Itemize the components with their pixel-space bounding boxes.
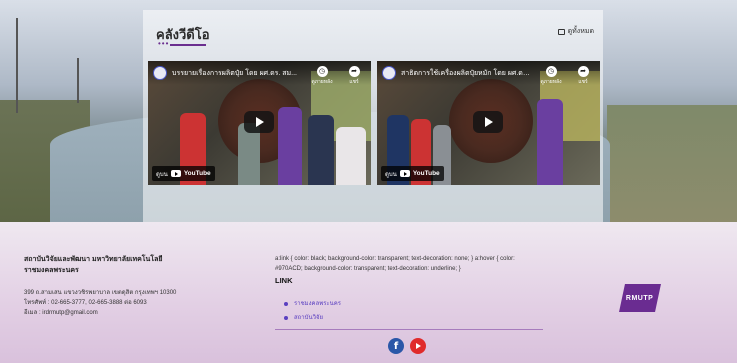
video-thumbnail — [278, 107, 302, 185]
video-player-2[interactable]: สาธิตการใช้เครื่องผลิตปุ๋ยหมัก โดย ผศ.ดร… — [377, 61, 600, 185]
facebook-icon[interactable] — [388, 338, 404, 354]
video-player-1[interactable]: บรรยายเรื่องการผลิตปุ๋ย โดย ผศ.ดร. สม...… — [148, 61, 371, 185]
see-all-label: ดูทั้งหมด — [567, 28, 594, 35]
share-button[interactable]: ➦ แชร์ — [342, 66, 366, 86]
video-thumbnail — [537, 99, 563, 185]
divider — [275, 329, 543, 330]
youtube-icon[interactable] — [410, 338, 426, 354]
see-all-link[interactable]: ดูทั้งหมด — [557, 26, 594, 37]
title-dots: ••• — [158, 39, 170, 48]
watch-later-button[interactable]: ◷ ดูภายหลัง — [310, 66, 334, 86]
channel-avatar[interactable] — [153, 66, 167, 80]
youtube-icon — [170, 170, 181, 177]
watch-on-youtube-button[interactable]: ดูบน YouTube — [381, 166, 444, 181]
background-image — [16, 18, 18, 113]
rmutp-logo[interactable]: RMUTP — [619, 284, 661, 312]
video-thumbnail — [308, 115, 334, 185]
video-icon — [557, 28, 565, 35]
watch-on-youtube-button[interactable]: ดูบน YouTube — [152, 166, 215, 181]
background-image — [607, 105, 737, 222]
contact-info: 399 ถ.สามเสน แขวงวชิรพยาบาล เขตดุสิต กรุ… — [24, 288, 176, 318]
email: อีเมล : irdrmutp@gmail.com — [24, 310, 98, 316]
links-heading: LINK — [275, 276, 293, 285]
site-footer: สถาบันวิจัยและพัฒนา มหาวิทยาลัยเทคโนโลยี… — [0, 222, 737, 363]
channel-avatar[interactable] — [382, 66, 396, 80]
section-header: คลังวีดีโอ ••• ดูทั้งหมด — [148, 18, 600, 50]
play-button[interactable] — [473, 111, 503, 133]
phone: โทรศัพท์ : 02-665-3777, 02-665-3888 ต่อ … — [24, 300, 147, 306]
share-icon: ➦ — [577, 66, 589, 77]
footer-link-rmutp[interactable]: ราชมงคลพระนคร — [284, 297, 341, 311]
video-thumbnail — [336, 127, 366, 185]
footer-links: ราชมงคลพระนคร สถาบันวิจัย — [284, 297, 341, 325]
share-icon: ➦ — [348, 66, 360, 77]
share-button[interactable]: ➦ แชร์ — [571, 66, 595, 86]
address: 399 ถ.สามเสน แขวงวชิรพยาบาล เขตดุสิต กรุ… — [24, 290, 177, 296]
footer-link-research-institute[interactable]: สถาบันวิจัย — [284, 311, 341, 325]
title-underline — [170, 44, 206, 46]
organization-name: สถาบันวิจัยและพัฒนา มหาวิทยาลัยเทคโนโลยี… — [24, 256, 163, 274]
stray-css-text: a:link { color: black; background-color:… — [275, 256, 515, 272]
video-title[interactable]: บรรยายเรื่องการผลิตปุ๋ย โดย ผศ.ดร. สม... — [172, 68, 302, 79]
background-image — [77, 58, 79, 103]
clock-icon: ◷ — [545, 66, 557, 77]
video-title[interactable]: สาธิตการใช้เครื่องผลิตปุ๋ยหมัก โดย ผศ.ดร… — [401, 68, 531, 79]
youtube-icon — [399, 170, 410, 177]
play-button[interactable] — [244, 111, 274, 133]
watch-later-button[interactable]: ◷ ดูภายหลัง — [539, 66, 563, 86]
clock-icon: ◷ — [316, 66, 328, 77]
